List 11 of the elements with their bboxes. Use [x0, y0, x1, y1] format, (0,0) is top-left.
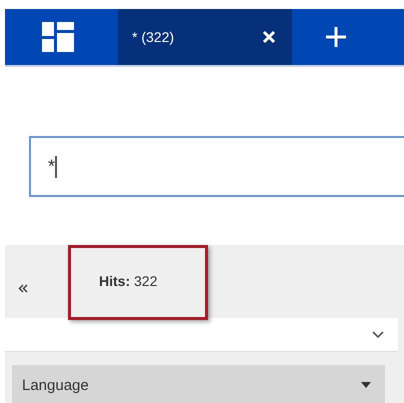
close-icon[interactable] [262, 30, 276, 44]
search-field[interactable]: * [29, 136, 404, 197]
dashboard-icon[interactable] [42, 22, 74, 52]
tab[interactable]: * (322) [118, 9, 292, 65]
hits-count: Hits: 322 [99, 273, 158, 289]
caret-icon [361, 382, 371, 388]
chevron-down-icon[interactable] [372, 330, 384, 338]
collapse-icon[interactable] [18, 284, 28, 293]
tab-label: * (322) [132, 29, 174, 45]
language-dropdown[interactable]: Language [12, 365, 385, 403]
plus-icon[interactable] [326, 27, 346, 47]
